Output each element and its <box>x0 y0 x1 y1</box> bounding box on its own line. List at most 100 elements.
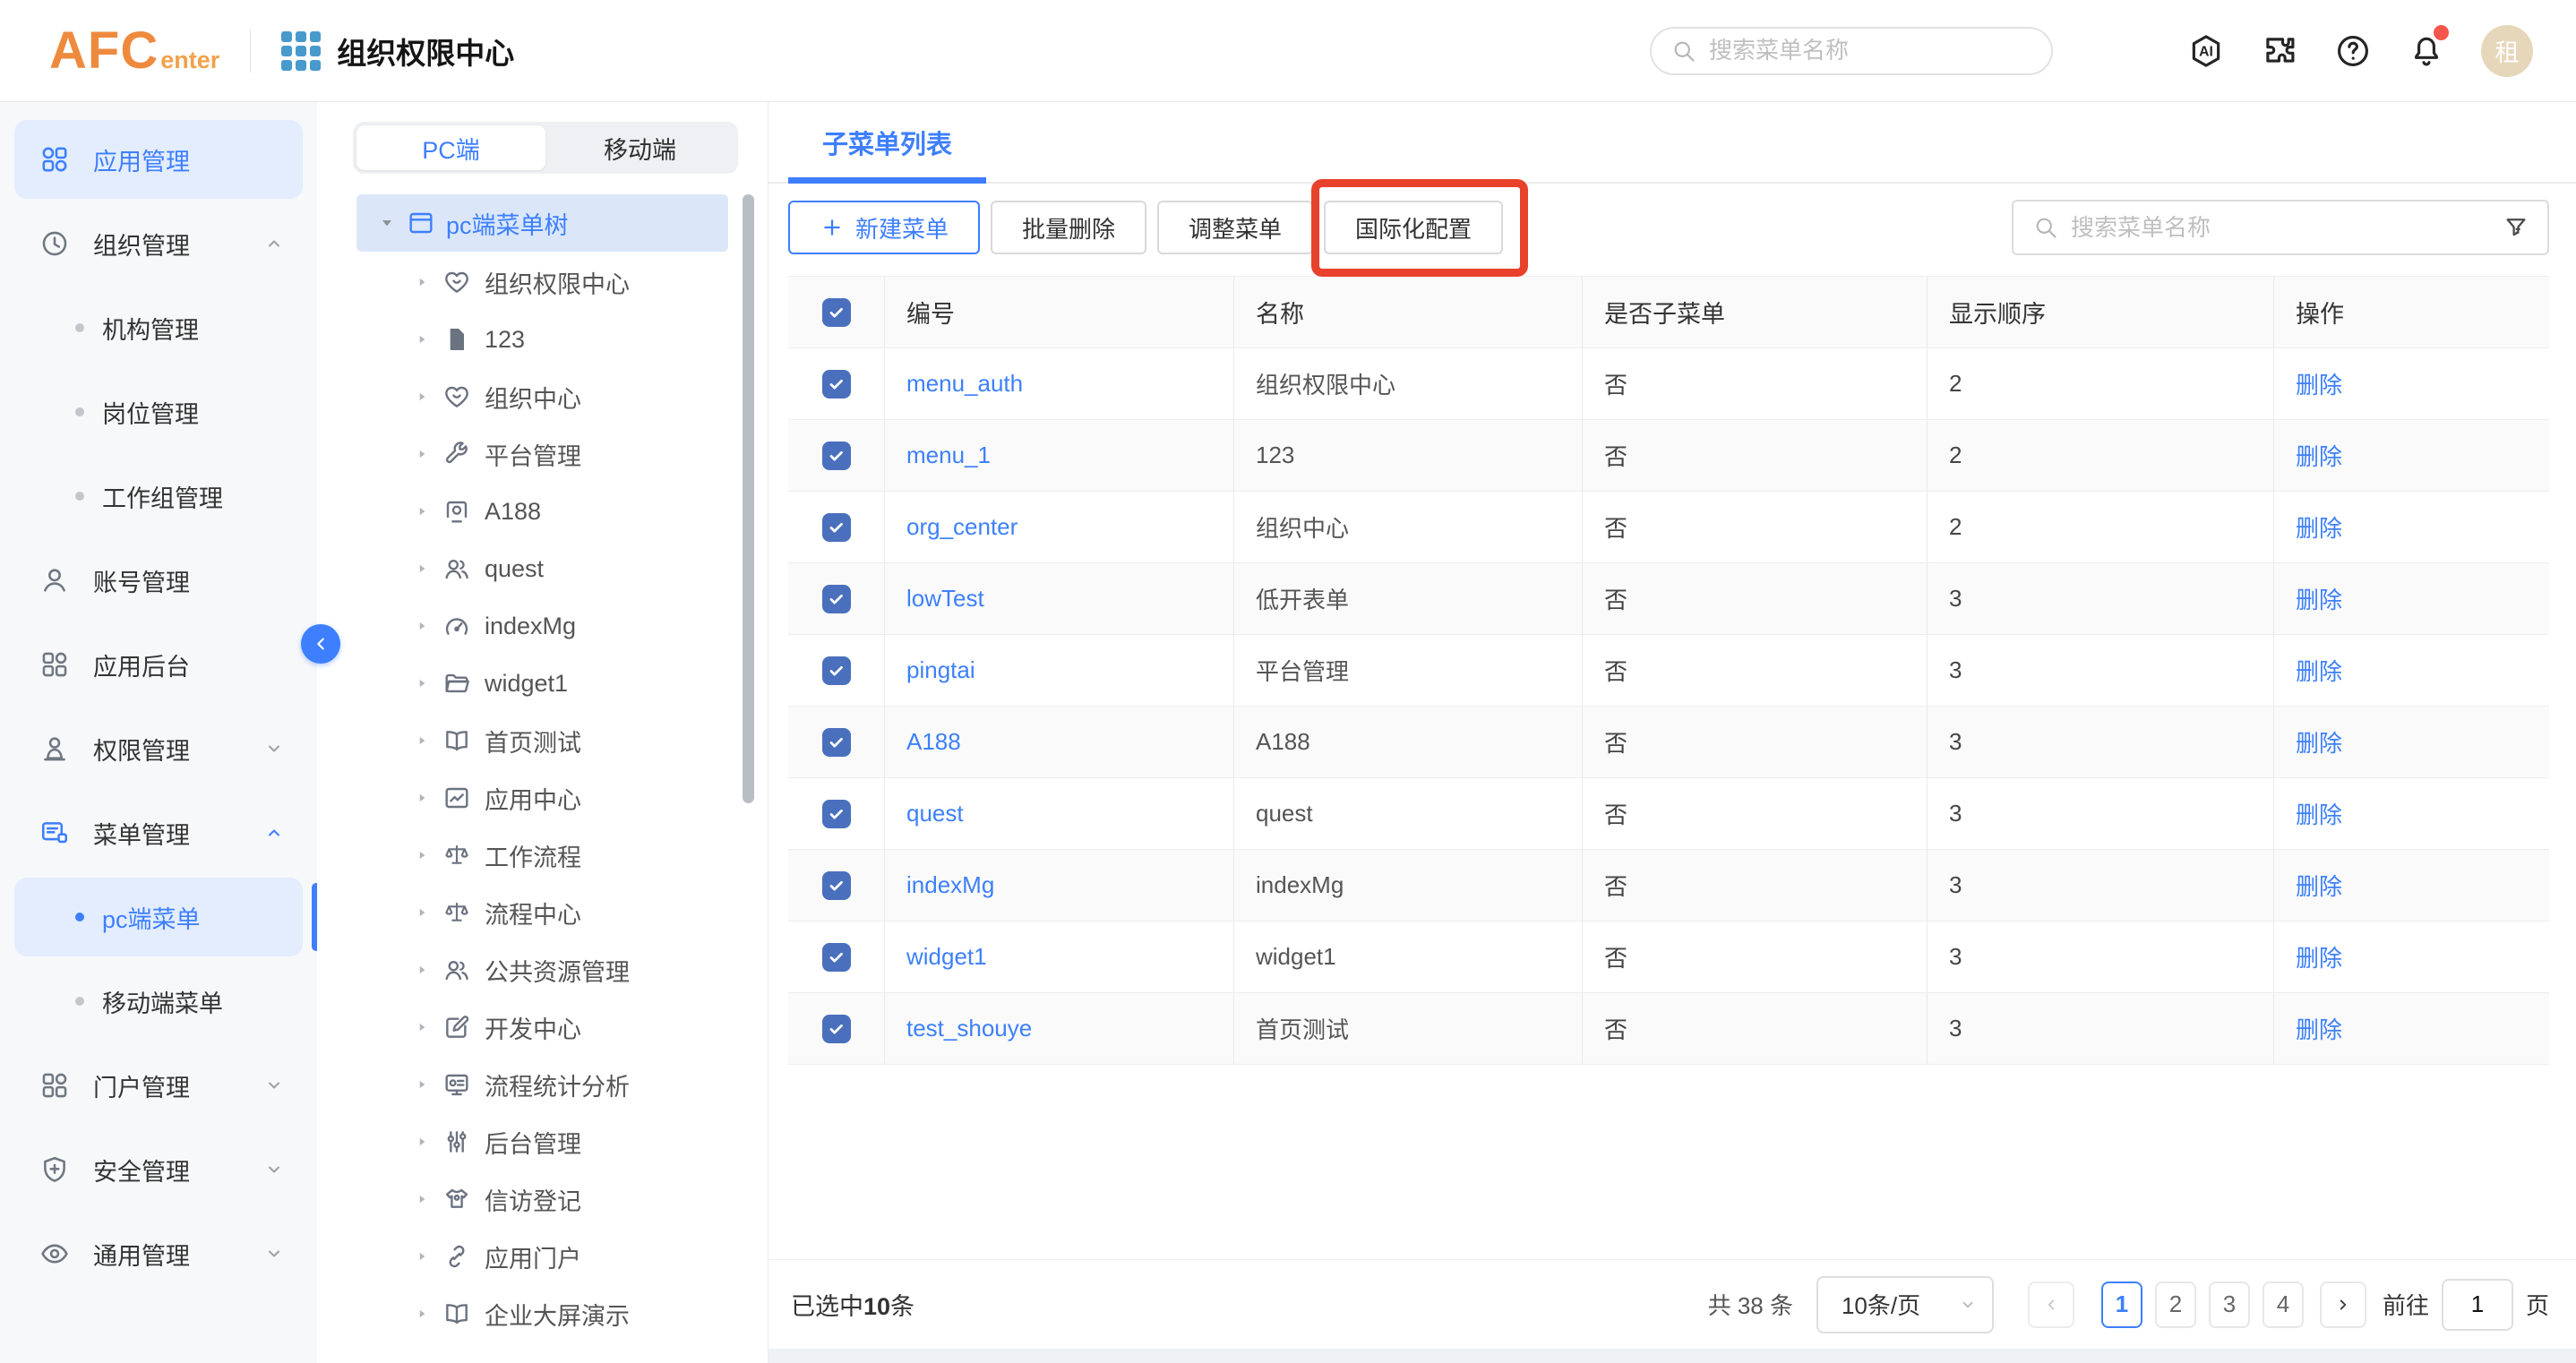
filter-funnel-icon[interactable] <box>2503 214 2529 241</box>
delete-link[interactable]: 删除 <box>2296 1012 2342 1045</box>
tree-item-quest[interactable]: quest <box>317 540 768 597</box>
row-checkbox[interactable] <box>822 871 851 900</box>
tree-item-dev-center[interactable]: 开发中心 <box>317 999 768 1056</box>
tree-scrollbar[interactable] <box>743 194 754 803</box>
adjust-menu-button[interactable]: 调整菜单 <box>1157 201 1313 254</box>
delete-link[interactable]: 删除 <box>2296 940 2342 973</box>
tree-item-a188[interactable]: A188 <box>317 483 768 540</box>
sidebar-item-label: 移动端菜单 <box>102 984 285 1019</box>
delete-link[interactable]: 删除 <box>2296 367 2342 400</box>
sidebar-collapse-button[interactable] <box>301 624 340 664</box>
select-all-checkbox[interactable] <box>822 298 851 327</box>
i18n-config-button[interactable]: 国际化配置 <box>1324 201 1503 254</box>
row-checkbox[interactable] <box>822 370 851 399</box>
page-size-select[interactable]: 10条/页 <box>1816 1276 1994 1333</box>
sidebar-item-perm-mgmt[interactable]: 权限管理 <box>14 709 303 788</box>
tree-item-indexmg[interactable]: indexMg <box>317 597 768 655</box>
tree-item-org-center[interactable]: 组织中心 <box>317 368 768 425</box>
sidebar-item-menu-mgmt[interactable]: 菜单管理 <box>14 793 303 872</box>
delete-link[interactable]: 删除 <box>2296 439 2342 472</box>
tree-item-platform-mgmt[interactable]: 平台管理 <box>317 425 768 483</box>
sidebar-item-security-mgmt[interactable]: 安全管理 <box>14 1130 303 1209</box>
sidebar-item-mobile-menu[interactable]: 移动端菜单 <box>14 962 303 1041</box>
avatar[interactable]: 租 <box>2481 25 2533 77</box>
delete-link[interactable]: 删除 <box>2296 869 2342 902</box>
create-menu-button[interactable]: 新建菜单 <box>788 201 980 254</box>
ai-assistant-button[interactable] <box>2187 32 2225 70</box>
tree-item-menu-123[interactable]: 123 <box>317 311 768 368</box>
tab-submenu-list[interactable]: 子菜单列表 <box>788 124 986 161</box>
delete-link[interactable]: 删除 <box>2296 725 2342 759</box>
help-button[interactable] <box>2334 32 2372 70</box>
menu-code-link[interactable]: indexMg <box>906 871 994 899</box>
table-search-input[interactable] <box>2071 214 2503 242</box>
row-checkbox[interactable] <box>822 800 851 828</box>
row-checkbox-cell <box>788 420 885 491</box>
row-checkbox[interactable] <box>822 513 851 542</box>
triangle-right-icon <box>414 503 430 519</box>
menu-code-link[interactable]: org_center <box>906 513 1018 541</box>
menu-code-link[interactable]: pingtai <box>906 656 975 684</box>
tab-mobile[interactable]: 移动端 <box>545 125 734 170</box>
header-search-input[interactable] <box>1709 37 2040 64</box>
tab-pc[interactable]: PC端 <box>356 125 545 170</box>
tree-item-org-auth-center[interactable]: 组织权限中心 <box>317 253 768 311</box>
page-button-1[interactable]: 1 <box>2101 1282 2142 1328</box>
sidebar-item-org-mgmt[interactable]: 组织管理 <box>14 204 303 283</box>
goto-page-input[interactable] <box>2442 1279 2513 1331</box>
column-header: 编号 <box>885 277 1234 347</box>
tree-root-node[interactable]: pc端菜单树 <box>356 194 728 252</box>
menu-code-link[interactable]: test_shouye <box>906 1015 1032 1042</box>
tree-item-backend-mgmt[interactable]: 后台管理 <box>317 1113 768 1170</box>
brand-suffix-text: enter <box>160 47 219 74</box>
tree-item-public-resource[interactable]: 公共资源管理 <box>317 941 768 999</box>
sidebar-item-app-mgmt[interactable]: 应用管理 <box>14 120 303 199</box>
tree-item-app-center[interactable]: 应用中心 <box>317 769 768 827</box>
tree-item-petition[interactable]: 信访登记 <box>317 1170 768 1228</box>
sidebar-item-common-mgmt[interactable]: 通用管理 <box>14 1214 303 1293</box>
row-checkbox[interactable] <box>822 728 851 757</box>
delete-link[interactable]: 删除 <box>2296 510 2342 544</box>
menu-code-link[interactable]: menu_1 <box>906 441 991 469</box>
tree-item-flow-stats[interactable]: 流程统计分析 <box>317 1056 768 1113</box>
tree-item-widget1[interactable]: widget1 <box>317 655 768 712</box>
page-button-3[interactable]: 3 <box>2209 1282 2250 1328</box>
table-search[interactable] <box>2012 200 2549 255</box>
name-cell: indexMg <box>1234 850 1583 921</box>
menu-code-link[interactable]: lowTest <box>906 585 984 613</box>
header-search[interactable] <box>1650 27 2053 75</box>
order-cell: 3 <box>1928 563 2274 634</box>
sidebar-item-post-mgmt[interactable]: 岗位管理 <box>14 373 303 451</box>
action-cell: 删除 <box>2274 492 2549 562</box>
delete-link[interactable]: 删除 <box>2296 582 2342 615</box>
delete-link[interactable]: 删除 <box>2296 797 2342 830</box>
sidebar-item-app-backend[interactable]: 应用后台 <box>14 625 303 704</box>
sidebar-item-inst-mgmt[interactable]: 机构管理 <box>14 288 303 367</box>
row-checkbox[interactable] <box>822 656 851 685</box>
batch-delete-button[interactable]: 批量删除 <box>991 201 1146 254</box>
page-button-2[interactable]: 2 <box>2155 1282 2196 1328</box>
sidebar-item-workgroup-mgmt[interactable]: 工作组管理 <box>14 457 303 536</box>
delete-link[interactable]: 删除 <box>2296 654 2342 687</box>
menu-code-link[interactable]: A188 <box>906 728 961 756</box>
tree-item-flow-center[interactable]: 流程中心 <box>317 884 768 941</box>
tree-item-homepage-test[interactable]: 首页测试 <box>317 712 768 769</box>
menu-code-link[interactable]: quest <box>906 800 964 827</box>
row-checkbox[interactable] <box>822 441 851 470</box>
prev-page-button[interactable] <box>2028 1282 2074 1328</box>
page-button-4[interactable]: 4 <box>2263 1282 2304 1328</box>
row-checkbox[interactable] <box>822 585 851 613</box>
plugin-button[interactable] <box>2261 32 2298 70</box>
row-checkbox[interactable] <box>822 1015 851 1043</box>
menu-code-link[interactable]: menu_auth <box>906 370 1023 398</box>
sidebar-item-portal-mgmt[interactable]: 门户管理 <box>14 1046 303 1125</box>
tree-item-big-screen-demo[interactable]: 企业大屏演示 <box>317 1285 768 1342</box>
tree-item-app-portal[interactable]: 应用门户 <box>317 1228 768 1285</box>
menu-code-link[interactable]: widget1 <box>906 943 987 971</box>
row-checkbox[interactable] <box>822 943 851 972</box>
next-page-button[interactable] <box>2320 1282 2366 1328</box>
notification-button[interactable] <box>2408 32 2445 70</box>
tree-item-workflow[interactable]: 工作流程 <box>317 827 768 884</box>
sidebar-item-account-mgmt[interactable]: 账号管理 <box>14 541 303 620</box>
sidebar-item-pc-menu[interactable]: pc端菜单 <box>14 878 303 956</box>
